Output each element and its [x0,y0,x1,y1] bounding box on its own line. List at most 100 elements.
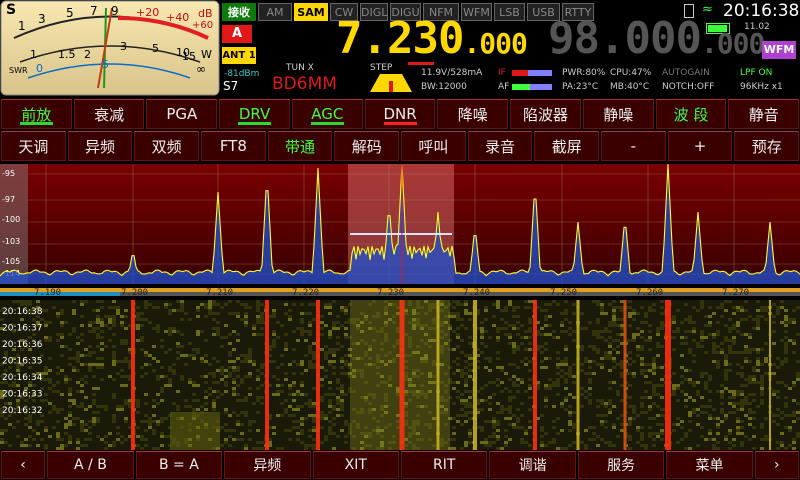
waterfall-noise [484,384,488,387]
fn-row2-button-label: 解码 [351,137,382,156]
fn-row2-button-11[interactable]: 预存 [734,131,800,161]
waterfall-noise [324,351,328,354]
waterfall-noise [724,378,728,381]
waterfall-noise [544,357,548,360]
waterfall-noise [464,360,468,363]
waterfall-noise [312,402,316,405]
fn-row1-button-8[interactable]: 静噪 [582,99,654,129]
waterfall-noise [588,345,592,348]
waterfall-noise [568,375,572,378]
waterfall-noise [340,429,344,432]
waterfall-noise [336,342,340,345]
fn-row2-button-4[interactable]: 带通 [267,131,333,161]
waterfall-noise [208,300,212,303]
waterfall-noise [324,393,328,396]
fn-row2-button-9[interactable]: - [601,131,666,161]
fn-row2-button-10[interactable]: + [667,131,733,161]
fn-row2-button-3[interactable]: FT8 [201,131,266,161]
sub-frequency[interactable]: 98.000.000 [548,14,765,69]
waterfall-noise [772,342,776,345]
waterfall-noise [308,345,312,348]
bottom-button-7[interactable]: 服务 [577,451,665,479]
waterfall-noise [612,318,616,321]
sub-mode-badge[interactable]: WFM [762,41,796,59]
antenna-select-button[interactable]: ANT 1 [222,47,256,64]
waterfall-noise [452,426,456,429]
waterfall-noise [748,411,752,414]
waterfall-noise [200,405,204,408]
bottom-button-6[interactable]: 调谐 [489,451,576,479]
waterfall-noise [632,372,636,375]
fn-row2-button-5[interactable]: 解码 [334,131,400,161]
waterfall-noise [100,348,104,351]
fn-row1-button-3[interactable]: DRV [219,99,290,129]
bottom-button-9[interactable]: › [754,451,799,479]
af-gain-bar[interactable] [512,84,552,90]
waterfall-noise [168,381,172,384]
spectrum-display[interactable]: -95-97-100-103-105-1147.1907.2007.2107.2… [0,164,800,300]
waterfall-noise [640,330,644,333]
waterfall-noise [256,399,260,402]
fn-row1-button-2[interactable]: PGA [146,99,218,129]
waterfall-signal [533,300,537,450]
waterfall-noise [140,324,144,327]
bottom-button-0[interactable]: ‹ [1,451,46,479]
waterfall-noise [324,306,328,309]
waterfall-noise [112,357,116,360]
waterfall-noise [228,444,232,447]
waterfall-noise [224,336,228,339]
waterfall-noise [156,324,160,327]
waterfall-noise [544,303,548,306]
waterfall-noise [524,441,528,444]
fn-row1-button-9[interactable]: 波 段 [655,99,727,129]
waterfall-noise [464,372,468,375]
waterfall-noise [696,381,700,384]
fn-row2-button-label: 预存 [751,137,782,156]
waterfall-noise [228,351,232,354]
bottom-button-8[interactable]: 菜单 [666,451,753,479]
mode-button-sam[interactable]: SAM [294,3,328,21]
bottom-button-4[interactable]: XIT [312,451,399,479]
waterfall-noise [496,300,500,303]
waterfall-noise [748,333,752,336]
main-frequency[interactable]: 7.230.000 [336,14,528,69]
fn-row1-button-4[interactable]: AGC [291,99,363,129]
bottom-button-5[interactable]: RIT [400,451,488,479]
waterfall-noise [600,438,604,441]
waterfall-noise [736,372,740,375]
waterfall-noise [596,336,600,339]
fn-row1-button-10[interactable]: 静音 [728,99,800,129]
waterfall-noise [340,402,344,405]
fn-row1-button-7[interactable]: 陷波器 [510,99,581,129]
waterfall-noise [564,357,568,360]
waterfall-noise [604,402,608,405]
fn-row1-button-6[interactable]: 降噪 [437,99,509,129]
bottom-button-2[interactable]: B = A [135,451,223,479]
fn-row2-button-8[interactable]: 截屏 [534,131,600,161]
waterfall-display[interactable]: 20:16:3820:16:3720:16:3620:16:3520:16:34… [0,300,800,450]
waterfall-noise [328,411,332,414]
waterfall-noise [28,303,32,306]
bottom-button-3[interactable]: 异频 [224,451,311,479]
waterfall-noise [84,300,88,303]
fn-row2-button-1[interactable]: 异频 [67,131,133,161]
fn-row2-button-7[interactable]: 录音 [467,131,533,161]
waterfall-noise [588,378,592,381]
fn-row1-button-5[interactable]: DNR [364,99,436,129]
waterfall-noise [208,312,212,315]
antenna-a-button[interactable]: A [222,25,252,43]
fn-row1-button-1[interactable]: 衰减 [73,99,145,129]
bottom-button-1[interactable]: A / B [47,451,134,479]
waterfall-noise [80,363,84,366]
waterfall-noise [296,339,300,342]
waterfall-noise [588,393,592,396]
mode-button-am[interactable]: AM [258,3,292,21]
waterfall-noise [680,354,684,357]
fn-row2-button-6[interactable]: 呼叫 [401,131,466,161]
waterfall-noise [752,369,756,372]
fn-row2-button-2[interactable]: 双频 [134,131,200,161]
fn-row1-button-0[interactable]: 前放 [1,99,72,129]
fn-row2-button-0[interactable]: 天调 [1,131,66,161]
if-gain-bar[interactable] [512,70,552,76]
step-indicator[interactable] [366,72,416,94]
